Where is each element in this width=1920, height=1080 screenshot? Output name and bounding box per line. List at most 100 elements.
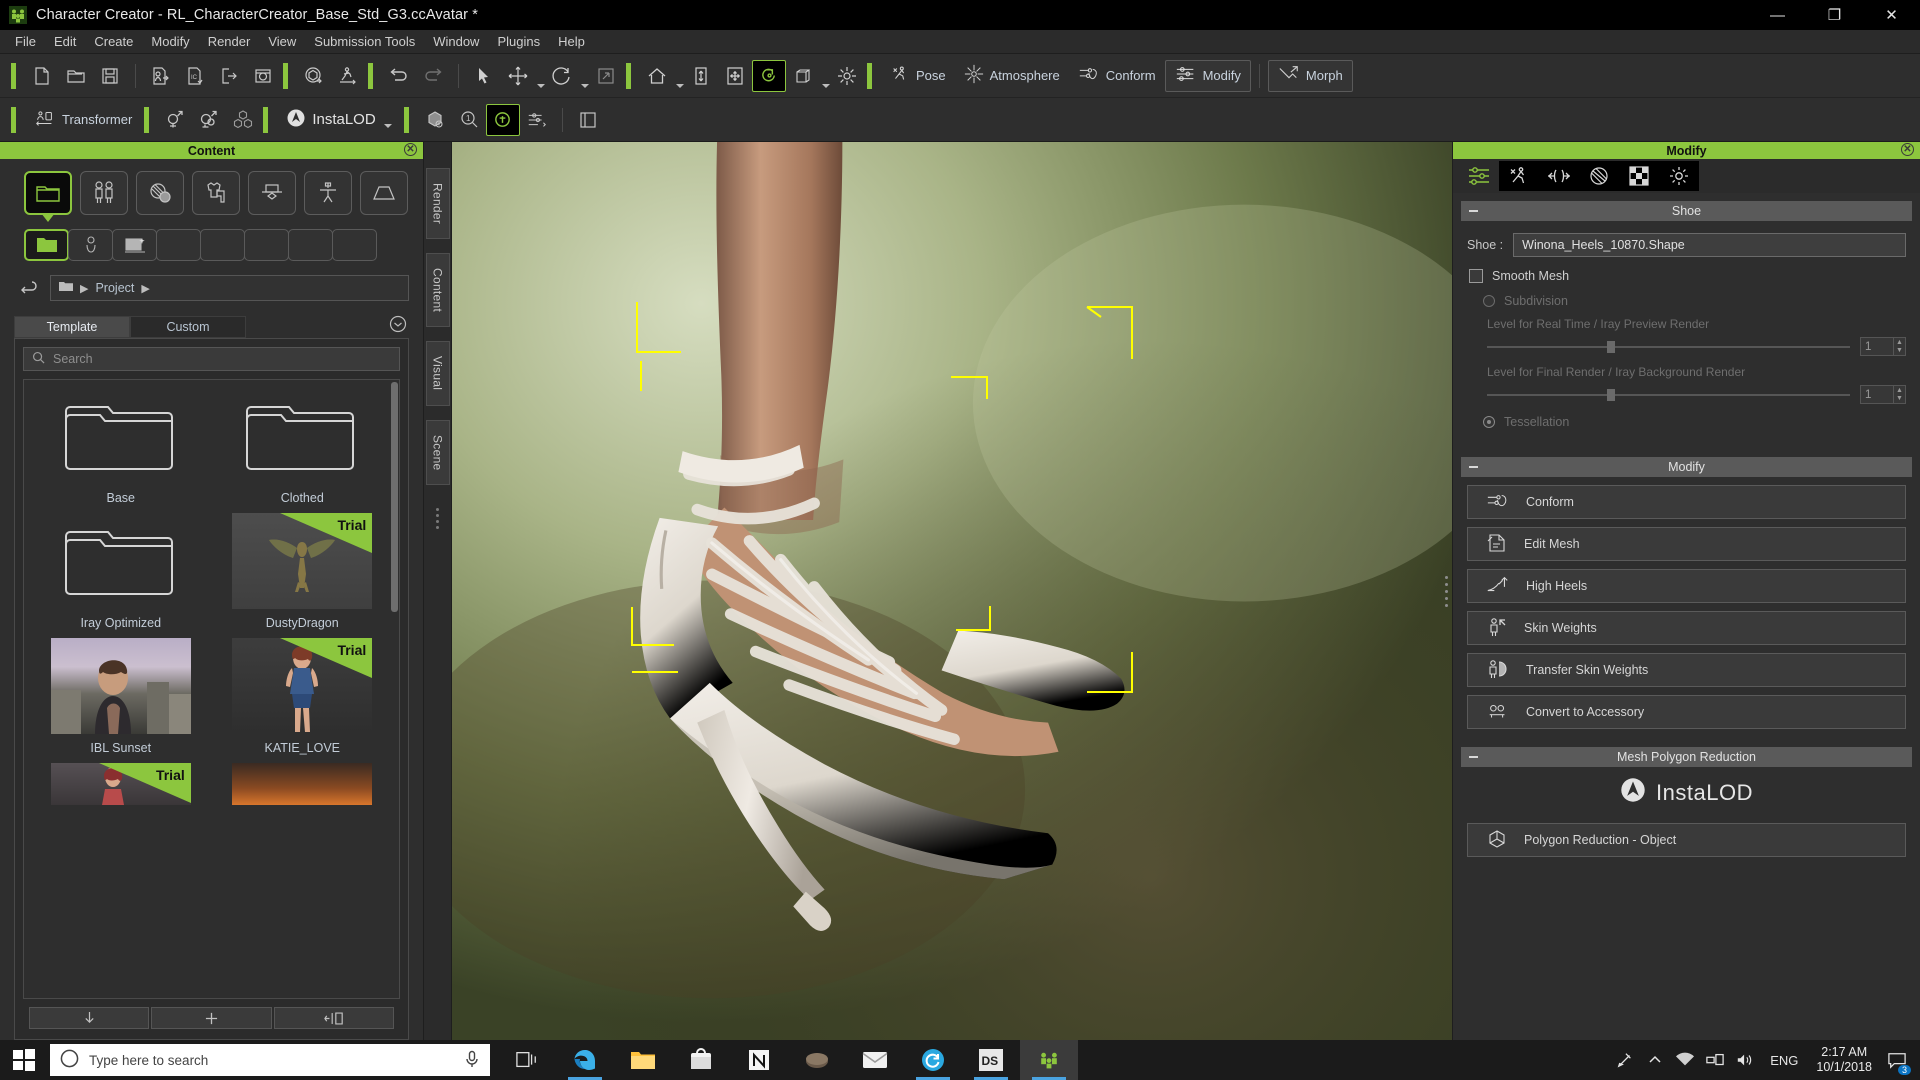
home-view-icon[interactable] [640,60,674,92]
clock[interactable]: 2:17 AM 10/1/2018 [1808,1045,1880,1075]
light-icon[interactable] [830,60,864,92]
category-material[interactable] [136,171,184,215]
skin-weights-button[interactable]: Skin Weights [1467,611,1906,645]
morph-button[interactable]: Morph [1267,59,1353,92]
pen-icon[interactable] [1610,1040,1640,1080]
convert-to-accessory-button[interactable]: Convert to Accessory [1467,695,1906,729]
dock-tab-render[interactable]: Render [425,168,450,240]
add-button[interactable] [151,1007,272,1029]
file-explorer-icon[interactable] [614,1040,672,1080]
chevron-up-icon[interactable] [1640,1040,1670,1080]
tab-adjust[interactable] [1539,161,1579,191]
pose-button[interactable]: Pose [881,60,955,92]
save-file-icon[interactable] [93,60,127,92]
viewport-resize-grip[interactable] [1443,569,1450,613]
apply-button[interactable] [273,1007,394,1029]
edge-icon[interactable] [556,1040,614,1080]
daz-studio-icon[interactable]: DS [962,1040,1020,1080]
network-icon[interactable] [1700,1040,1730,1080]
smooth-mesh-row[interactable]: Smooth Mesh [1453,257,1920,283]
transfer-skin-weights-button[interactable]: Transfer Skin Weights [1467,653,1906,687]
transform-object-icon[interactable] [297,60,331,92]
list-item[interactable]: Iray Optimized [38,513,204,632]
appearance-editor-icon[interactable] [485,103,520,136]
modify-button[interactable]: Modify [1164,59,1251,92]
dock-tab-content[interactable]: Content [425,253,450,328]
rotate-tool-caret-icon[interactable] [581,84,589,88]
close-icon[interactable]: ✕ [1901,143,1914,156]
list-item[interactable]: Clothed [220,388,386,507]
wifi-icon[interactable] [1670,1040,1700,1080]
dock-tab-scene[interactable]: Scene [425,419,450,486]
tab-attribute[interactable] [1459,161,1499,191]
category-scene[interactable] [360,171,408,215]
orbit-view-icon[interactable] [752,59,786,92]
menu-submission-tools[interactable]: Submission Tools [305,31,424,52]
move-tool-icon[interactable] [501,60,535,92]
menu-edit[interactable]: Edit [45,31,85,52]
export-icon[interactable] [212,60,246,92]
character-creator-icon[interactable] [1020,1040,1078,1080]
menu-help[interactable]: Help [549,31,594,52]
windows-start-icon[interactable] [0,1040,48,1080]
category-character[interactable] [80,171,128,215]
mirror-pose-icon[interactable] [158,104,192,136]
instalod-button[interactable]: InstaLOD [277,104,400,136]
subcategory-7[interactable] [288,229,333,261]
modify-section-header[interactable]: Modify [1461,457,1912,477]
subcategory-5[interactable] [200,229,245,261]
breadcrumb[interactable]: ▶ Project ▶ [50,275,409,301]
camera-view-icon[interactable] [786,60,820,92]
shoe-name-input[interactable]: Winona_Heels_10870.Shape [1513,233,1906,257]
menu-file[interactable]: File [6,31,45,52]
smooth-mesh-checkbox[interactable] [1469,269,1483,283]
new-file-icon[interactable] [25,60,59,92]
download-button[interactable] [29,1007,150,1029]
subcategory-4[interactable] [156,229,201,261]
subcategory-6[interactable] [244,229,289,261]
menu-create[interactable]: Create [85,31,142,52]
pan-view-icon[interactable] [718,60,752,92]
list-item[interactable]: Trial KATIE_LOVE [220,638,386,757]
save-image-icon[interactable] [246,60,280,92]
settings-circle-icon[interactable] [389,315,407,338]
mesh-settings-icon[interactable] [520,104,554,136]
list-item[interactable]: Trial DustyDragon [220,513,386,632]
transformer-button[interactable]: Transformer [25,104,141,136]
microphone-icon[interactable] [464,1050,480,1071]
tab-pose[interactable] [1499,161,1539,191]
atmosphere-button[interactable]: Atmosphere [955,60,1069,92]
edit-pose-icon[interactable] [192,104,226,136]
screen-capture-icon[interactable] [571,104,605,136]
dock-tab-visual[interactable]: Visual [425,341,450,406]
back-arrow-icon[interactable] [18,277,40,299]
list-item[interactable] [220,763,386,805]
tab-template[interactable]: Template [14,315,130,338]
edit-mesh-button[interactable]: Edit Mesh [1467,527,1906,561]
import-prop-icon[interactable]: IC [178,60,212,92]
list-item[interactable]: Trial [38,763,204,805]
move-tool-caret-icon[interactable] [537,84,545,88]
subcategory-folder[interactable] [24,229,69,261]
maximize-button[interactable]: ❐ [1806,0,1863,30]
viewport-3d[interactable] [452,142,1452,1040]
merge-objects-icon[interactable] [226,104,260,136]
category-project[interactable] [24,171,72,222]
high-heels-button[interactable]: High Heels [1467,569,1906,603]
menu-window[interactable]: Window [424,31,488,52]
redo-icon[interactable] [416,60,450,92]
list-item[interactable]: Base [38,388,204,507]
rotate-tool-icon[interactable] [545,60,579,92]
sync-icon[interactable] [904,1040,962,1080]
conform-action-button[interactable]: Conform [1467,485,1906,519]
menu-view[interactable]: View [259,31,305,52]
dock-grip[interactable] [435,499,441,537]
animation-icon[interactable] [331,60,365,92]
menu-plugins[interactable]: Plugins [488,31,549,52]
taskbar-search-input[interactable]: Type here to search [50,1044,490,1076]
mail-icon[interactable] [846,1040,904,1080]
category-accessory[interactable] [248,171,296,215]
inspect-icon[interactable]: 1 [452,104,486,136]
import-character-icon[interactable] [144,60,178,92]
close-button[interactable]: ✕ [1863,0,1920,30]
